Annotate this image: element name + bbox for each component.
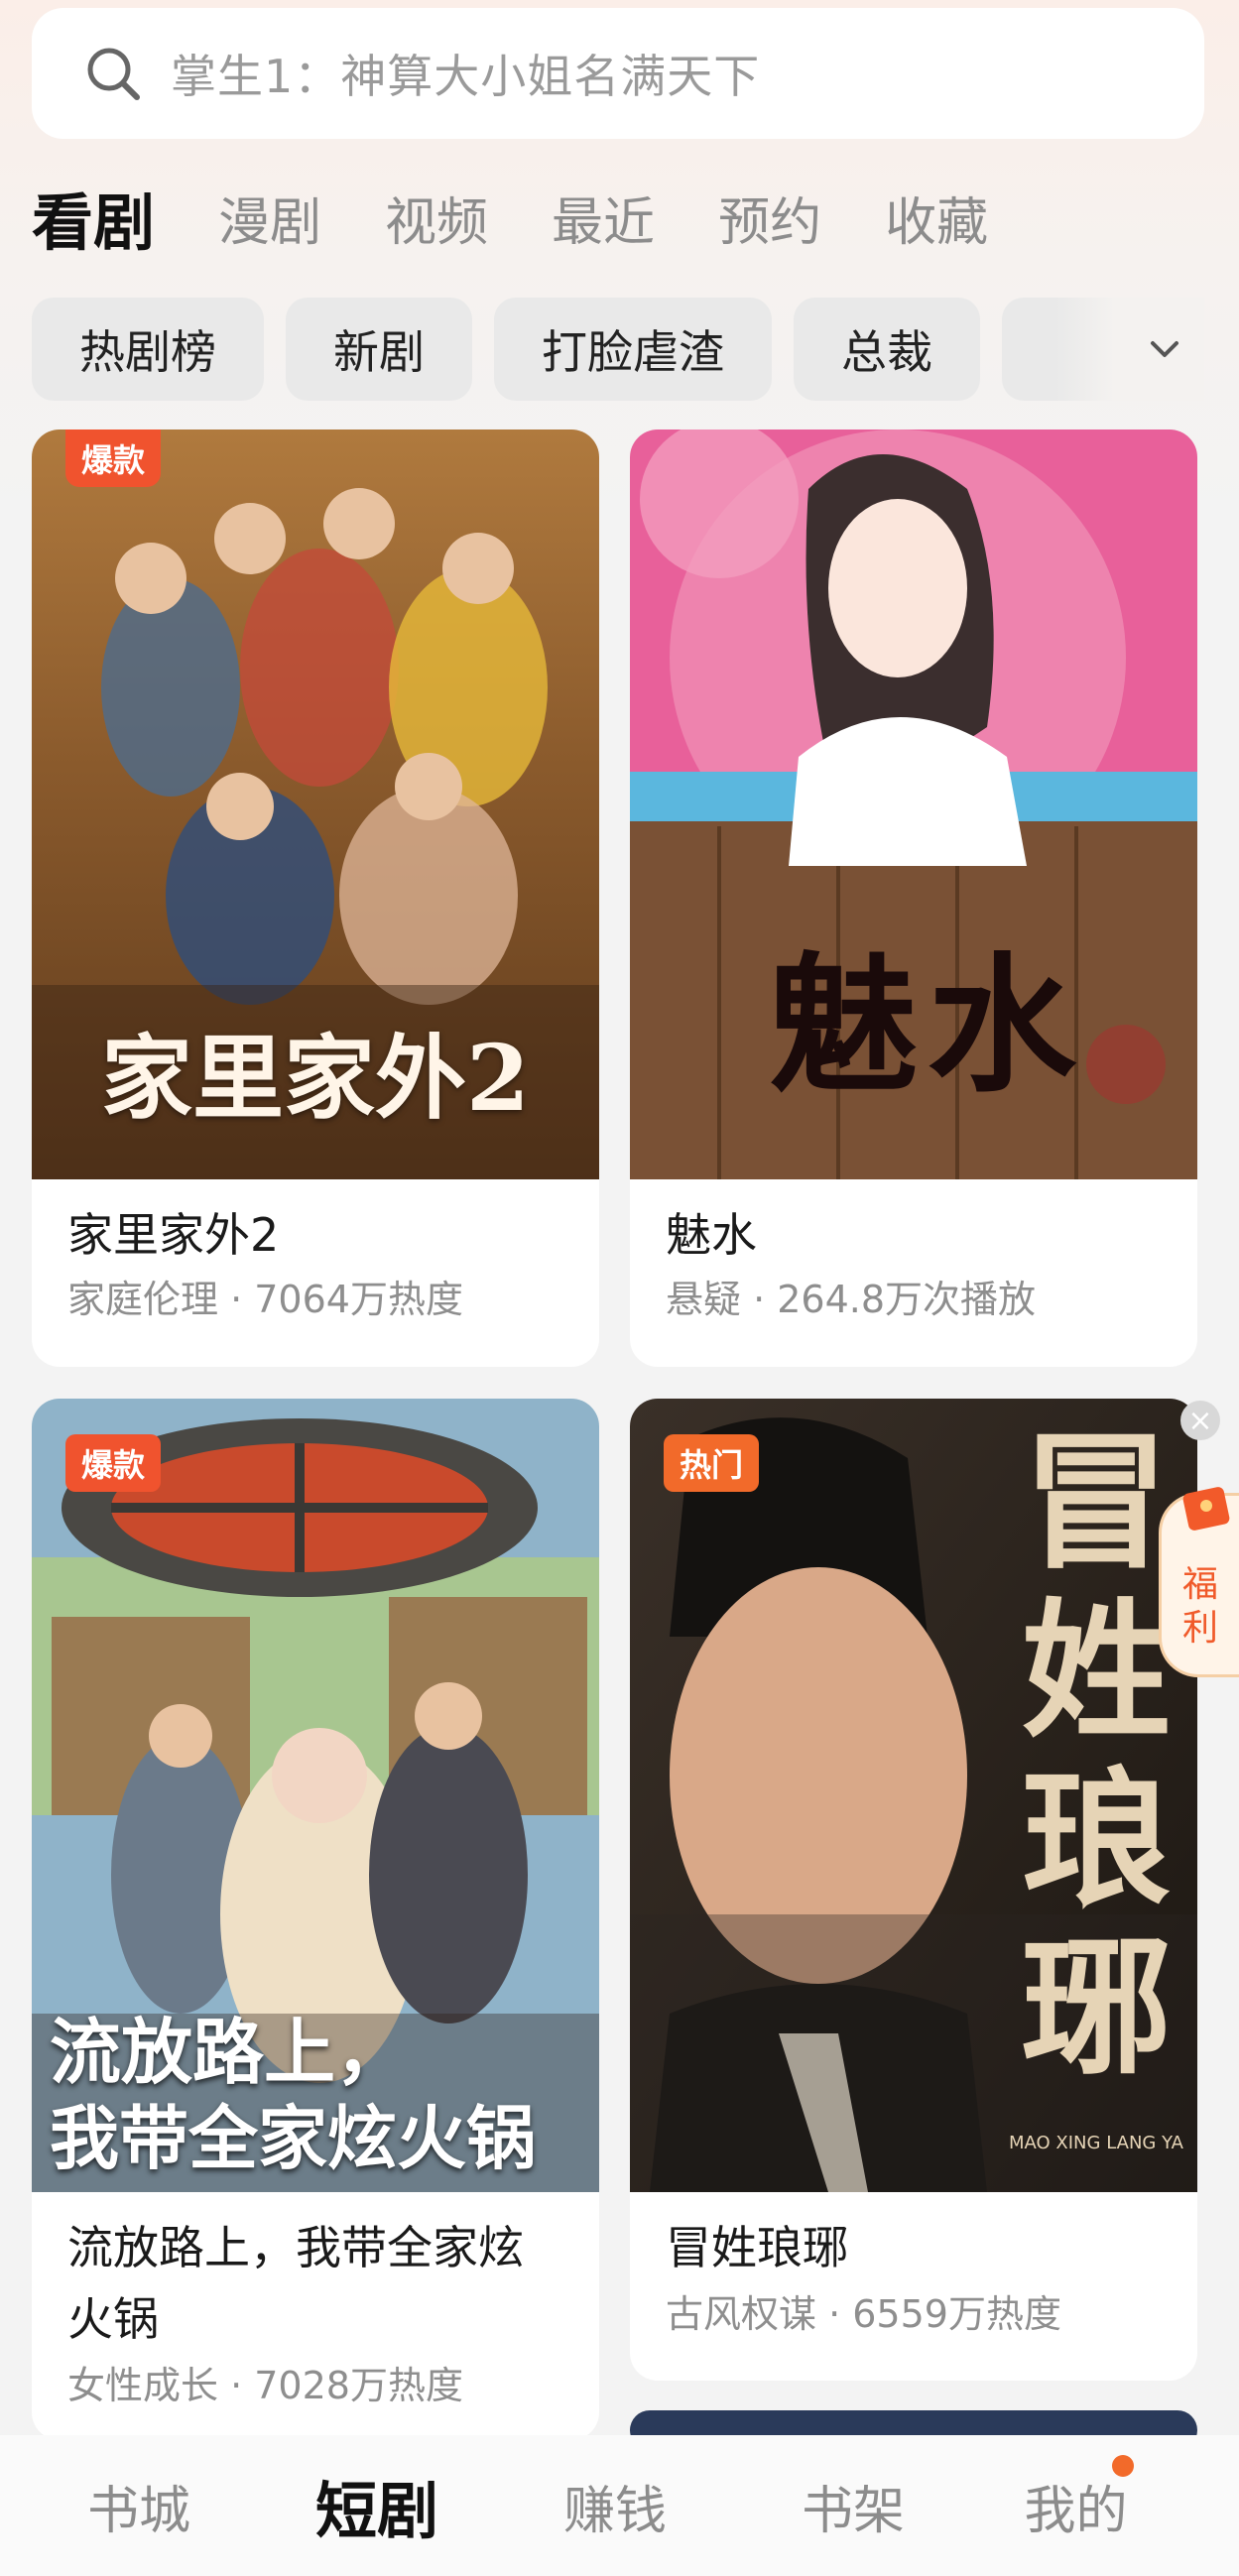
drama-meta: 家庭伦理 · 7064万热度 <box>67 1278 463 1321</box>
poster-image: 流放路上， 我带全家炫火锅 <box>32 1399 599 2192</box>
search-icon <box>83 44 143 103</box>
red-envelope-icon <box>1182 1487 1230 1531</box>
drama-card[interactable]: 魅水 魅水 悬疑 · 264.8万次播放 <box>630 429 1197 1367</box>
chevron-down-icon <box>1151 341 1178 357</box>
drama-card[interactable]: 家里家外2 爆款 家里家外2 家庭伦理 · 7064万热度 <box>32 429 599 1367</box>
close-icon[interactable]: × <box>1180 1401 1220 1440</box>
nav-earn[interactable]: 赚钱 <box>496 2469 734 2543</box>
content-tabs: 看剧 漫剧 视频 最近 预约 收藏 <box>32 184 1052 263</box>
chip-ceo[interactable]: 总裁 <box>794 298 980 401</box>
poster-title-art: 魅水 <box>769 938 1087 1113</box>
chips-expand-button[interactable] <box>1055 298 1204 401</box>
welfare-label-1: 福 <box>1181 1564 1218 1605</box>
nav-bookstore[interactable]: 书城 <box>20 2469 258 2543</box>
notification-dot <box>1112 2454 1134 2477</box>
poster-title-art: 家里家外2 <box>101 1025 531 1132</box>
poster-title-art-line2: 我带全家炫火锅 <box>50 2098 536 2179</box>
drama-title: 家里家外2 <box>67 1208 280 1262</box>
drama-meta: 古风权谋 · 6559万热度 <box>666 2292 1061 2336</box>
drama-title-line1: 流放路上，我带全家炫 <box>67 2221 524 2274</box>
tab-recent[interactable]: 最近 <box>552 184 655 263</box>
drama-meta: 悬疑 · 264.8万次播放 <box>666 1278 1037 1321</box>
welfare-label-2: 利 <box>1181 1608 1218 1649</box>
tab-watch[interactable]: 看剧 <box>32 184 155 263</box>
poster-title-art: 冒姓琅琊 <box>1021 1415 1171 2096</box>
hot-badge: 热门 <box>664 1434 760 1492</box>
drama-card[interactable]: 流放路上， 我带全家炫火锅 爆款 流放路上，我带全家炫 火锅 女性成长 · 70… <box>32 1399 599 2440</box>
poster-image: 家里家外2 <box>32 429 599 1179</box>
poster-subtitle-art: MAO XING LANG YA <box>1009 2133 1183 2153</box>
drama-meta: 女性成长 · 7028万热度 <box>67 2364 463 2407</box>
drama-card[interactable]: 冒姓琅琊 MAO XING LANG YA 热门 冒姓琅琊 古风权谋 · 655… <box>630 1399 1197 2381</box>
nav-bookshelf[interactable]: 书架 <box>734 2469 972 2543</box>
drama-title: 魅水 <box>666 1208 757 1262</box>
hot-badge: 爆款 <box>65 1434 162 1492</box>
welfare-float-button[interactable]: 福 利 <box>1159 1487 1239 1677</box>
nav-short-drama[interactable]: 短剧 <box>258 2461 496 2550</box>
hot-badge: 爆款 <box>65 429 162 487</box>
chip-hot-chart[interactable]: 热剧榜 <box>32 298 264 401</box>
drama-title-line2: 火锅 <box>67 2292 159 2346</box>
poster-image: 魅水 <box>630 429 1197 1179</box>
tab-video[interactable]: 视频 <box>385 184 488 263</box>
tab-comic-drama[interactable]: 漫剧 <box>218 184 321 263</box>
search-placeholder: 掌生1：神算大小姐名满天下 <box>171 50 761 103</box>
tab-reserve[interactable]: 预约 <box>718 184 821 263</box>
poster-image: 冒姓琅琊 MAO XING LANG YA <box>630 1399 1197 2192</box>
search-bar[interactable]: 掌生1：神算大小姐名满天下 <box>32 8 1204 139</box>
nav-mine[interactable]: 我的 <box>972 2454 1179 2543</box>
chip-face-slap[interactable]: 打脸虐渣 <box>494 298 772 401</box>
tab-favorites[interactable]: 收藏 <box>885 184 988 263</box>
chip-new[interactable]: 新剧 <box>286 298 472 401</box>
filter-chips: 热剧榜 新剧 打脸虐渣 总裁 <box>32 298 1204 401</box>
nav-mine-label: 我的 <box>1024 2481 1128 2541</box>
drama-title: 冒姓琅琊 <box>666 2221 848 2274</box>
bottom-nav: 书城 短剧 赚钱 书架 我的 <box>0 2435 1239 2576</box>
